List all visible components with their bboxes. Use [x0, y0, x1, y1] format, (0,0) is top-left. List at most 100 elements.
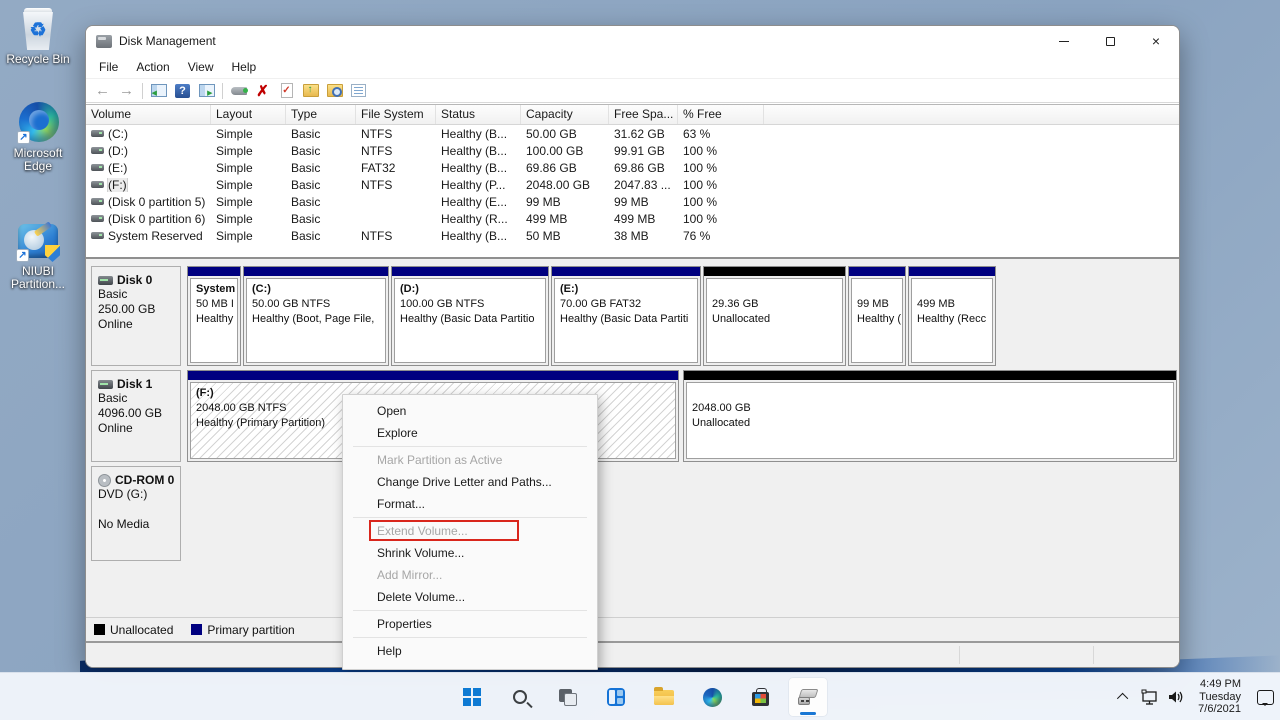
menu-item-change-drive-letter[interactable]: Change Drive Letter and Paths... — [343, 471, 597, 493]
column-header-status[interactable]: Status — [436, 105, 521, 124]
column-header-file-system[interactable]: File System — [356, 105, 436, 124]
column-header-type[interactable]: Type — [286, 105, 356, 124]
table-row[interactable]: (Disk 0 partition 6) Simple Basic Health… — [86, 210, 1179, 227]
cdrom-drive: DVD (G:) — [98, 487, 180, 502]
cell-capacity: 50.00 GB — [521, 127, 609, 141]
store-button[interactable] — [740, 677, 780, 717]
menu-item-extend-volume: Extend Volume... — [343, 520, 597, 542]
desktop-icon-microsoft-edge[interactable]: ↗ Microsoft Edge — [2, 102, 74, 173]
partition-status: Healthy (Recc — [917, 312, 987, 327]
volume-name: System Reserved — [108, 229, 203, 243]
maximize-button[interactable] — [1087, 26, 1133, 56]
folder-search-icon[interactable] — [326, 83, 343, 99]
partition-status: Unallocated — [692, 416, 1168, 431]
partition-e[interactable]: (E:) 70.00 GB FAT32 Healthy (Basic Data … — [551, 266, 701, 366]
table-row-selected[interactable]: (F:) Simple Basic NTFS Healthy (P... 204… — [86, 176, 1179, 193]
desktop-icon-niubi-partition[interactable]: ↗ NIUBI Partition... — [2, 222, 74, 291]
recycle-bin-icon: ♻ — [18, 6, 58, 50]
cell-type: Basic — [286, 229, 356, 243]
desktop-icon-label: Recycle Bin — [2, 53, 74, 66]
cell-pct-free: 100 % — [678, 178, 764, 192]
volume-list: Volume Layout Type File System Status Ca… — [86, 104, 1179, 259]
console-detail-icon[interactable] — [198, 83, 215, 99]
column-header-layout[interactable]: Layout — [211, 105, 286, 124]
menu-item-format[interactable]: Format... — [343, 493, 597, 515]
partition-title — [712, 282, 837, 297]
table-row[interactable]: System Reserved Simple Basic NTFS Health… — [86, 227, 1179, 244]
tray-chevron-button[interactable] — [1114, 687, 1134, 707]
partition-d[interactable]: (D:) 100.00 GB NTFS Healthy (Basic Data … — [391, 266, 549, 366]
table-row[interactable]: (C:) Simple Basic NTFS Healthy (B... 50.… — [86, 125, 1179, 142]
partition-499mb[interactable]: 499 MB Healthy (Recc — [908, 266, 996, 366]
widgets-button[interactable] — [596, 677, 636, 717]
table-row[interactable]: (Disk 0 partition 5) Simple Basic Health… — [86, 193, 1179, 210]
cell-type: Basic — [286, 161, 356, 175]
edge-icon: ↗ — [17, 102, 59, 144]
task-view-button[interactable] — [548, 677, 588, 717]
cell-pct-free: 100 % — [678, 195, 764, 209]
partition-title: (D:) — [400, 282, 540, 297]
minimize-button[interactable] — [1041, 26, 1087, 56]
menu-item-properties[interactable]: Properties — [343, 613, 597, 635]
disk-label: Disk 1 — [117, 377, 152, 391]
network-button[interactable] — [1140, 687, 1160, 707]
forward-icon[interactable]: → — [118, 83, 135, 99]
partition-c[interactable]: (C:) 50.00 GB NTFS Healthy (Boot, Page F… — [243, 266, 389, 366]
partition-system[interactable]: System 50 MB I Healthy — [187, 266, 241, 366]
menu-view[interactable]: View — [179, 58, 223, 76]
folder-up-icon[interactable] — [302, 83, 319, 99]
menu-action[interactable]: Action — [127, 58, 178, 76]
partition-unallocated-disk0[interactable]: 29.36 GB Unallocated — [703, 266, 846, 366]
close-button[interactable]: × — [1133, 26, 1179, 56]
menu-file[interactable]: File — [90, 58, 127, 76]
cell-free: 69.86 GB — [609, 161, 678, 175]
delete-volume-icon[interactable]: ✗ — [254, 83, 271, 99]
menu-help[interactable]: Help — [223, 58, 266, 76]
partition-99mb[interactable]: 99 MB Healthy ( — [848, 266, 906, 366]
column-header-free-space[interactable]: Free Spa... — [609, 105, 678, 124]
disk1-info-panel[interactable]: Disk 1 Basic 4096.00 GB Online — [91, 370, 181, 462]
menu-item-explore[interactable]: Explore — [343, 422, 597, 444]
edge-button[interactable] — [692, 677, 732, 717]
partition-unallocated-disk1[interactable]: 2048.00 GB Unallocated — [683, 370, 1177, 462]
file-explorer-button[interactable] — [644, 677, 684, 717]
cell-fs: FAT32 — [356, 161, 436, 175]
cell-free: 38 MB — [609, 229, 678, 243]
title-bar[interactable]: Disk Management × — [86, 26, 1179, 56]
column-header-capacity[interactable]: Capacity — [521, 105, 609, 124]
menu-item-open[interactable]: Open — [343, 400, 597, 422]
notification-center-button[interactable] — [1257, 690, 1274, 705]
search-button[interactable] — [500, 677, 540, 717]
console-tree-icon[interactable] — [150, 83, 167, 99]
menu-item-help[interactable]: Help — [343, 640, 597, 662]
rescan-tool-icon[interactable] — [230, 83, 247, 99]
network-icon — [1141, 689, 1159, 705]
partition-color-bar — [188, 371, 678, 380]
table-row[interactable]: (E:) Simple Basic FAT32 Healthy (B... 69… — [86, 159, 1179, 176]
cdrom-info-panel[interactable]: CD-ROM 0 DVD (G:) No Media — [91, 466, 181, 561]
partition-title: System — [196, 282, 232, 297]
check-document-icon[interactable]: ✓ — [278, 83, 295, 99]
cell-status: Healthy (B... — [436, 161, 521, 175]
disk0-info-panel[interactable]: Disk 0 Basic 250.00 GB Online — [91, 266, 181, 366]
properties-list-icon[interactable] — [350, 83, 367, 99]
disk-status: Online — [98, 421, 180, 436]
menu-item-shrink-volume[interactable]: Shrink Volume... — [343, 542, 597, 564]
table-row[interactable]: (D:) Simple Basic NTFS Healthy (B... 100… — [86, 142, 1179, 159]
cell-layout: Simple — [211, 229, 286, 243]
disk-management-icon — [798, 689, 818, 705]
back-icon[interactable]: ← — [94, 83, 111, 99]
disk-management-taskbar-button[interactable] — [788, 677, 828, 717]
menu-item-delete-volume[interactable]: Delete Volume... — [343, 586, 597, 608]
shortcut-arrow-icon: ↗ — [16, 249, 29, 262]
start-button[interactable] — [452, 677, 492, 717]
tray-clock[interactable]: 4:49 PM Tuesday 7/6/2021 — [1192, 678, 1247, 716]
column-header-volume[interactable]: Volume — [86, 105, 211, 124]
legend-label: Unallocated — [110, 623, 173, 637]
partition-color-bar — [188, 267, 240, 276]
help-icon[interactable]: ? — [174, 83, 191, 99]
desktop-icon-recycle-bin[interactable]: ♻ Recycle Bin — [2, 6, 74, 66]
toolbar-separator — [142, 83, 143, 99]
volume-button[interactable] — [1166, 687, 1186, 707]
column-header-pct-free[interactable]: % Free — [678, 105, 764, 124]
